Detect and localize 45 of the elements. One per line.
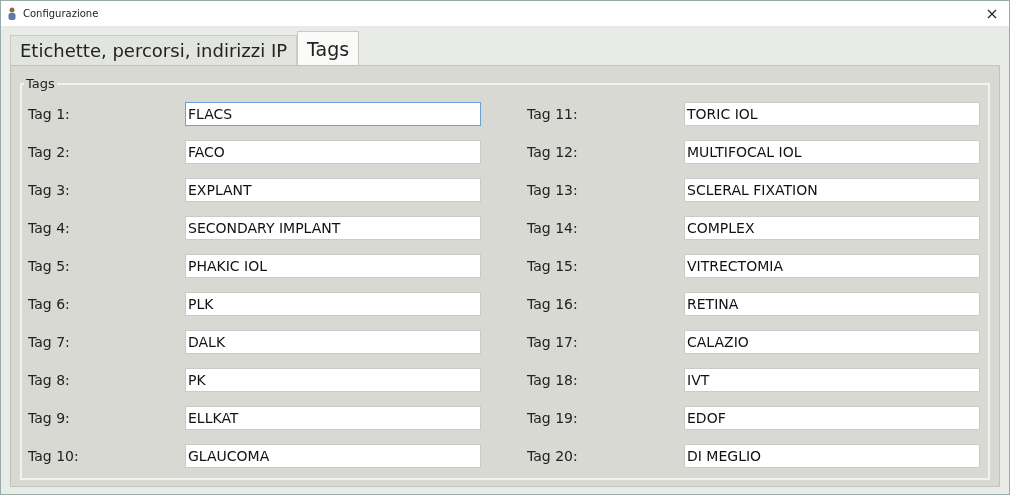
tag-field[interactable]: ELLKAT [185,406,481,430]
tag-label: Tag 2: [28,144,71,160]
tab[interactable]: Etichette, percorsi, indirizzi IP [10,35,298,65]
tag-label: Tag 8: [28,372,71,388]
tag-field[interactable]: GLAUCOMA [185,444,481,468]
tag-label: Tag 3: [28,182,71,198]
tag-field[interactable]: PLK [185,292,481,316]
tag-label: Tag 4: [28,220,71,236]
group-title: Tags [25,76,56,91]
app-icon [7,6,17,21]
tag-field[interactable]: VITRECTOMIA [684,254,980,278]
tag-field[interactable]: EDOF [684,406,980,430]
tag-field[interactable]: DALK [185,330,481,354]
tag-label: Tag 11: [527,106,579,122]
tag-label: Tag 18: [527,372,579,388]
tag-field[interactable]: COMPLEX [684,216,980,240]
tag-label: Tag 13: [527,182,579,198]
tag-field[interactable]: RETINA [684,292,980,316]
tag-field[interactable]: FACO [185,140,481,164]
tag-field[interactable]: SECONDARY IMPLANT [185,216,481,240]
tag-label: Tag 17: [527,334,579,350]
tag-label: Tag 7: [28,334,71,350]
tag-label: Tag 12: [527,144,579,160]
tag-label: Tag 1: [28,106,71,122]
tag-label: Tag 6: [28,296,71,312]
tag-label: Tag 9: [28,410,71,426]
tag-label: Tag 14: [527,220,579,236]
tag-label: Tag 10: [28,448,80,464]
tag-label: Tag 5: [28,258,71,274]
tag-field[interactable]: SCLERAL FIXATION [684,178,980,202]
tag-field[interactable]: CALAZIO [684,330,980,354]
tab[interactable]: Tags [297,31,360,65]
tag-field[interactable]: PHAKIC IOL [185,254,481,278]
tag-field[interactable]: TORIC IOL [684,102,980,126]
tag-field[interactable]: IVT [684,368,980,392]
tag-field[interactable]: DI MEGLIO [684,444,980,468]
tag-label: Tag 20: [527,448,579,464]
tag-field[interactable]: FLACS [185,102,481,126]
tag-field[interactable]: PK [185,368,481,392]
tag-label: Tag 16: [527,296,579,312]
tag-label: Tag 15: [527,258,579,274]
tag-label: Tag 19: [527,410,579,426]
tag-field[interactable]: EXPLANT [185,178,481,202]
tag-field[interactable]: MULTIFOCAL IOL [684,140,980,164]
window-title: Configurazione [23,8,100,19]
